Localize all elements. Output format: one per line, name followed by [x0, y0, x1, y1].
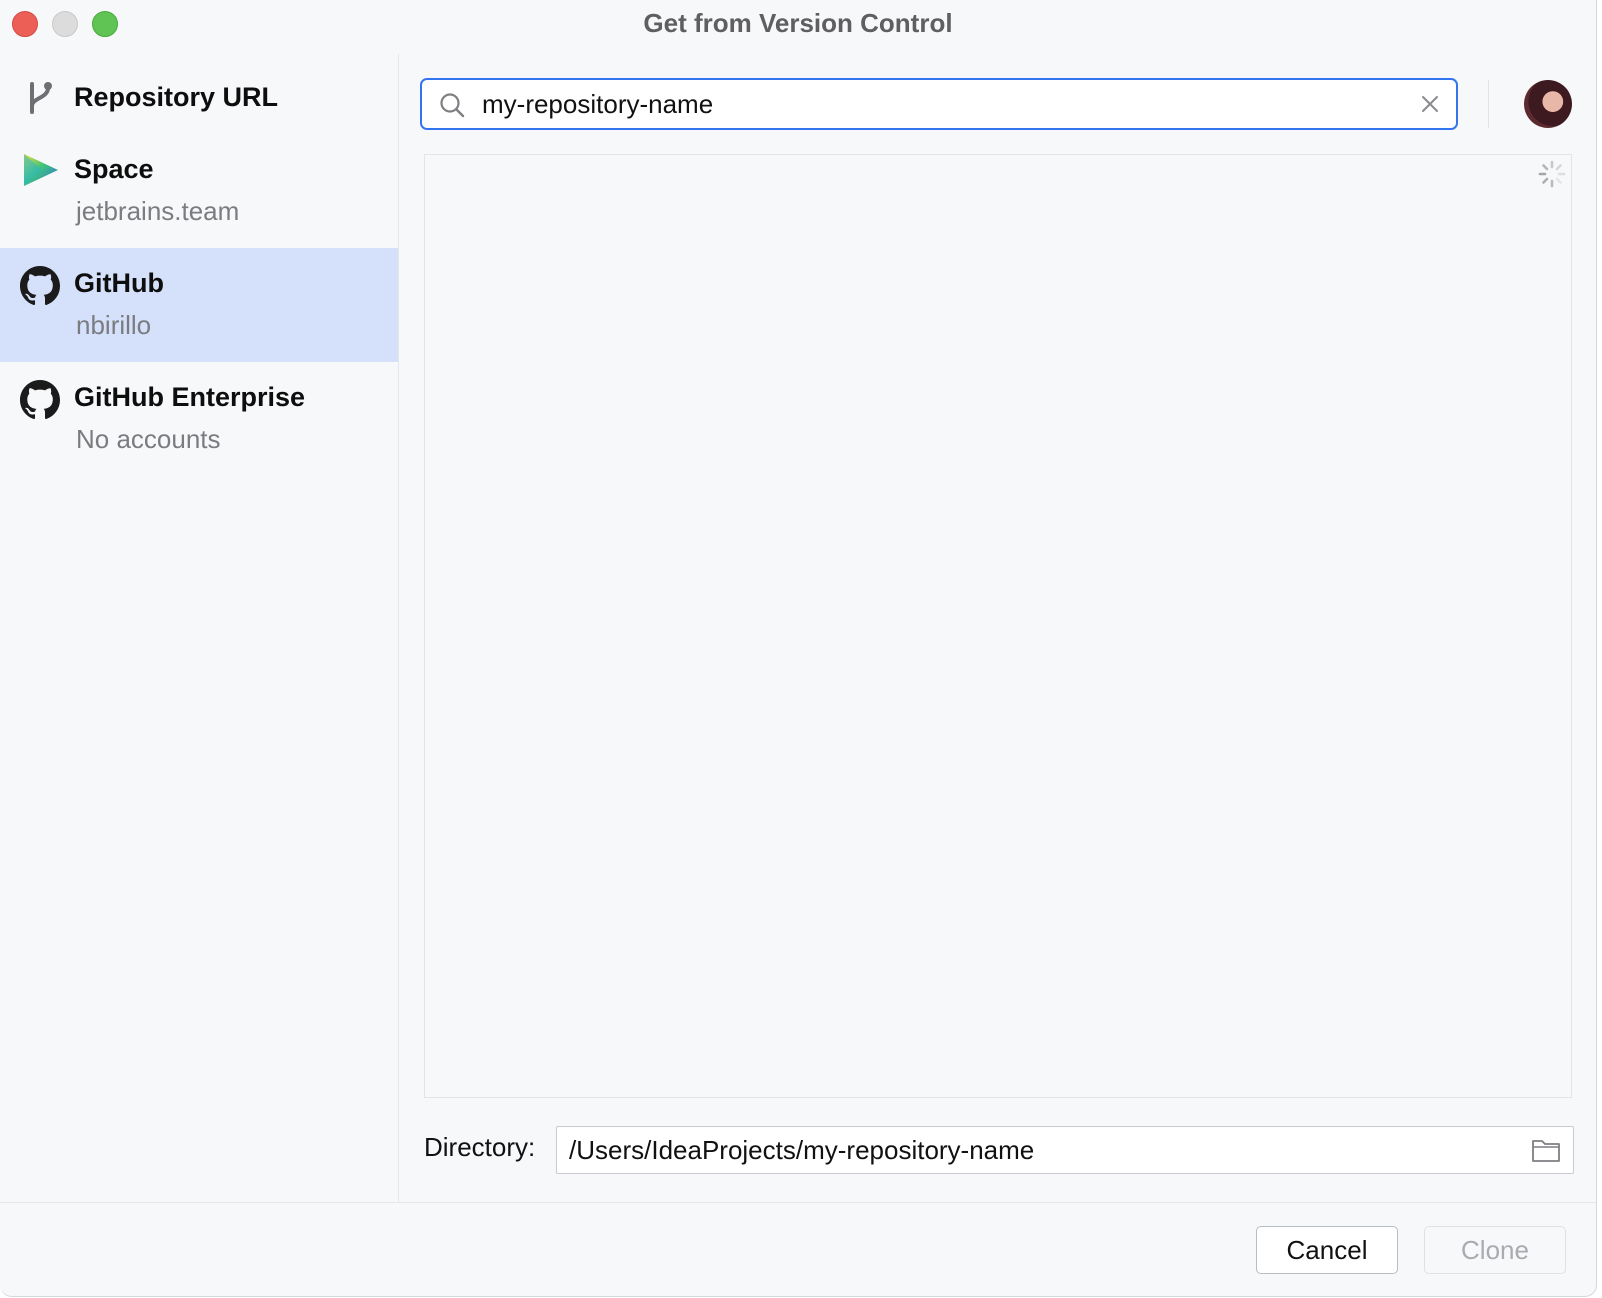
- folder-icon[interactable]: [1531, 1137, 1561, 1163]
- header-separator: [1488, 80, 1489, 128]
- sidebar-item-repository-url[interactable]: Repository URL: [0, 64, 398, 136]
- sidebar-item-label: Space: [74, 154, 154, 184]
- sidebar-item-sublabel: jetbrains.team: [76, 196, 240, 226]
- sidebar-item-label: GitHub: [74, 268, 164, 298]
- footer-separator: [0, 1202, 1596, 1203]
- account-avatar[interactable]: [1524, 80, 1572, 128]
- directory-field[interactable]: [556, 1126, 1574, 1174]
- clone-button[interactable]: Clone: [1424, 1226, 1566, 1274]
- cancel-button[interactable]: Cancel: [1256, 1226, 1398, 1274]
- branch-icon: [30, 82, 52, 114]
- sidebar-item-sublabel: No accounts: [76, 424, 221, 454]
- window-title: Get from Version Control: [643, 8, 953, 38]
- loading-spinner-icon: [1538, 160, 1566, 188]
- github-icon: [20, 266, 60, 306]
- space-logo-icon: [24, 154, 58, 186]
- sidebar-item-label: GitHub Enterprise: [74, 382, 306, 412]
- clear-search-icon[interactable]: [1420, 94, 1440, 114]
- repository-list[interactable]: [424, 154, 1572, 1098]
- sidebar-item-space[interactable]: Space jetbrains.team: [0, 138, 398, 246]
- directory-label: Directory:: [424, 1132, 536, 1162]
- title-bar: Get from Version Control: [0, 0, 1596, 54]
- search-input[interactable]: [482, 84, 1402, 124]
- dialog-window: Get from Version Control Repository URL: [0, 0, 1597, 1297]
- repository-search-box[interactable]: [420, 78, 1458, 130]
- directory-input[interactable]: [569, 1131, 1509, 1169]
- github-icon: [20, 380, 60, 420]
- sidebar-item-github[interactable]: GitHub nbirillo: [0, 248, 398, 362]
- sidebar-item-sublabel: nbirillo: [76, 310, 152, 340]
- sidebar-item-label: Repository URL: [74, 82, 279, 112]
- sidebar-item-github-enterprise[interactable]: GitHub Enterprise No accounts: [0, 364, 398, 474]
- sidebar: Repository URL Space jetbrains.team GitH…: [0, 54, 399, 1202]
- search-icon: [440, 93, 465, 118]
